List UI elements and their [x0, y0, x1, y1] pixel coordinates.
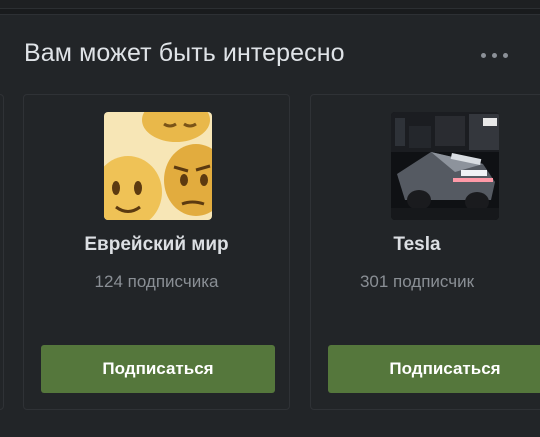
recommendation-card-previous[interactable]	[0, 94, 4, 410]
avatar-image	[391, 112, 499, 220]
subscribe-button[interactable]: Подписаться	[41, 345, 275, 393]
card-subscriber-count: 301 подписчик	[359, 272, 475, 291]
recommendation-card[interactable]: Еврейский мир 124 подписчика Подписаться	[23, 94, 290, 410]
avatar-image	[104, 112, 212, 220]
top-divider-strip	[0, 0, 540, 9]
more-horizontal-icon	[481, 53, 486, 58]
recommendation-card[interactable]: Tesla 301 подписчик Подписаться	[310, 94, 540, 410]
subscribe-button[interactable]: Подписаться	[328, 345, 540, 393]
card-name[interactable]: Tesla	[311, 234, 523, 256]
recommendations-panel: Вам может быть интересно Еврейский мир 1…	[0, 14, 540, 437]
more-options-button[interactable]	[478, 43, 512, 67]
panel-title: Вам может быть интересно	[24, 39, 345, 67]
card-subscriber-count: 124 подписчика	[94, 272, 219, 291]
card-name[interactable]: Еврейский мир	[24, 234, 289, 256]
more-dot	[492, 53, 497, 58]
emoji-faces-avatar[interactable]	[104, 112, 212, 220]
more-dot	[503, 53, 508, 58]
tesla-cybertruck-photo[interactable]	[391, 112, 499, 220]
